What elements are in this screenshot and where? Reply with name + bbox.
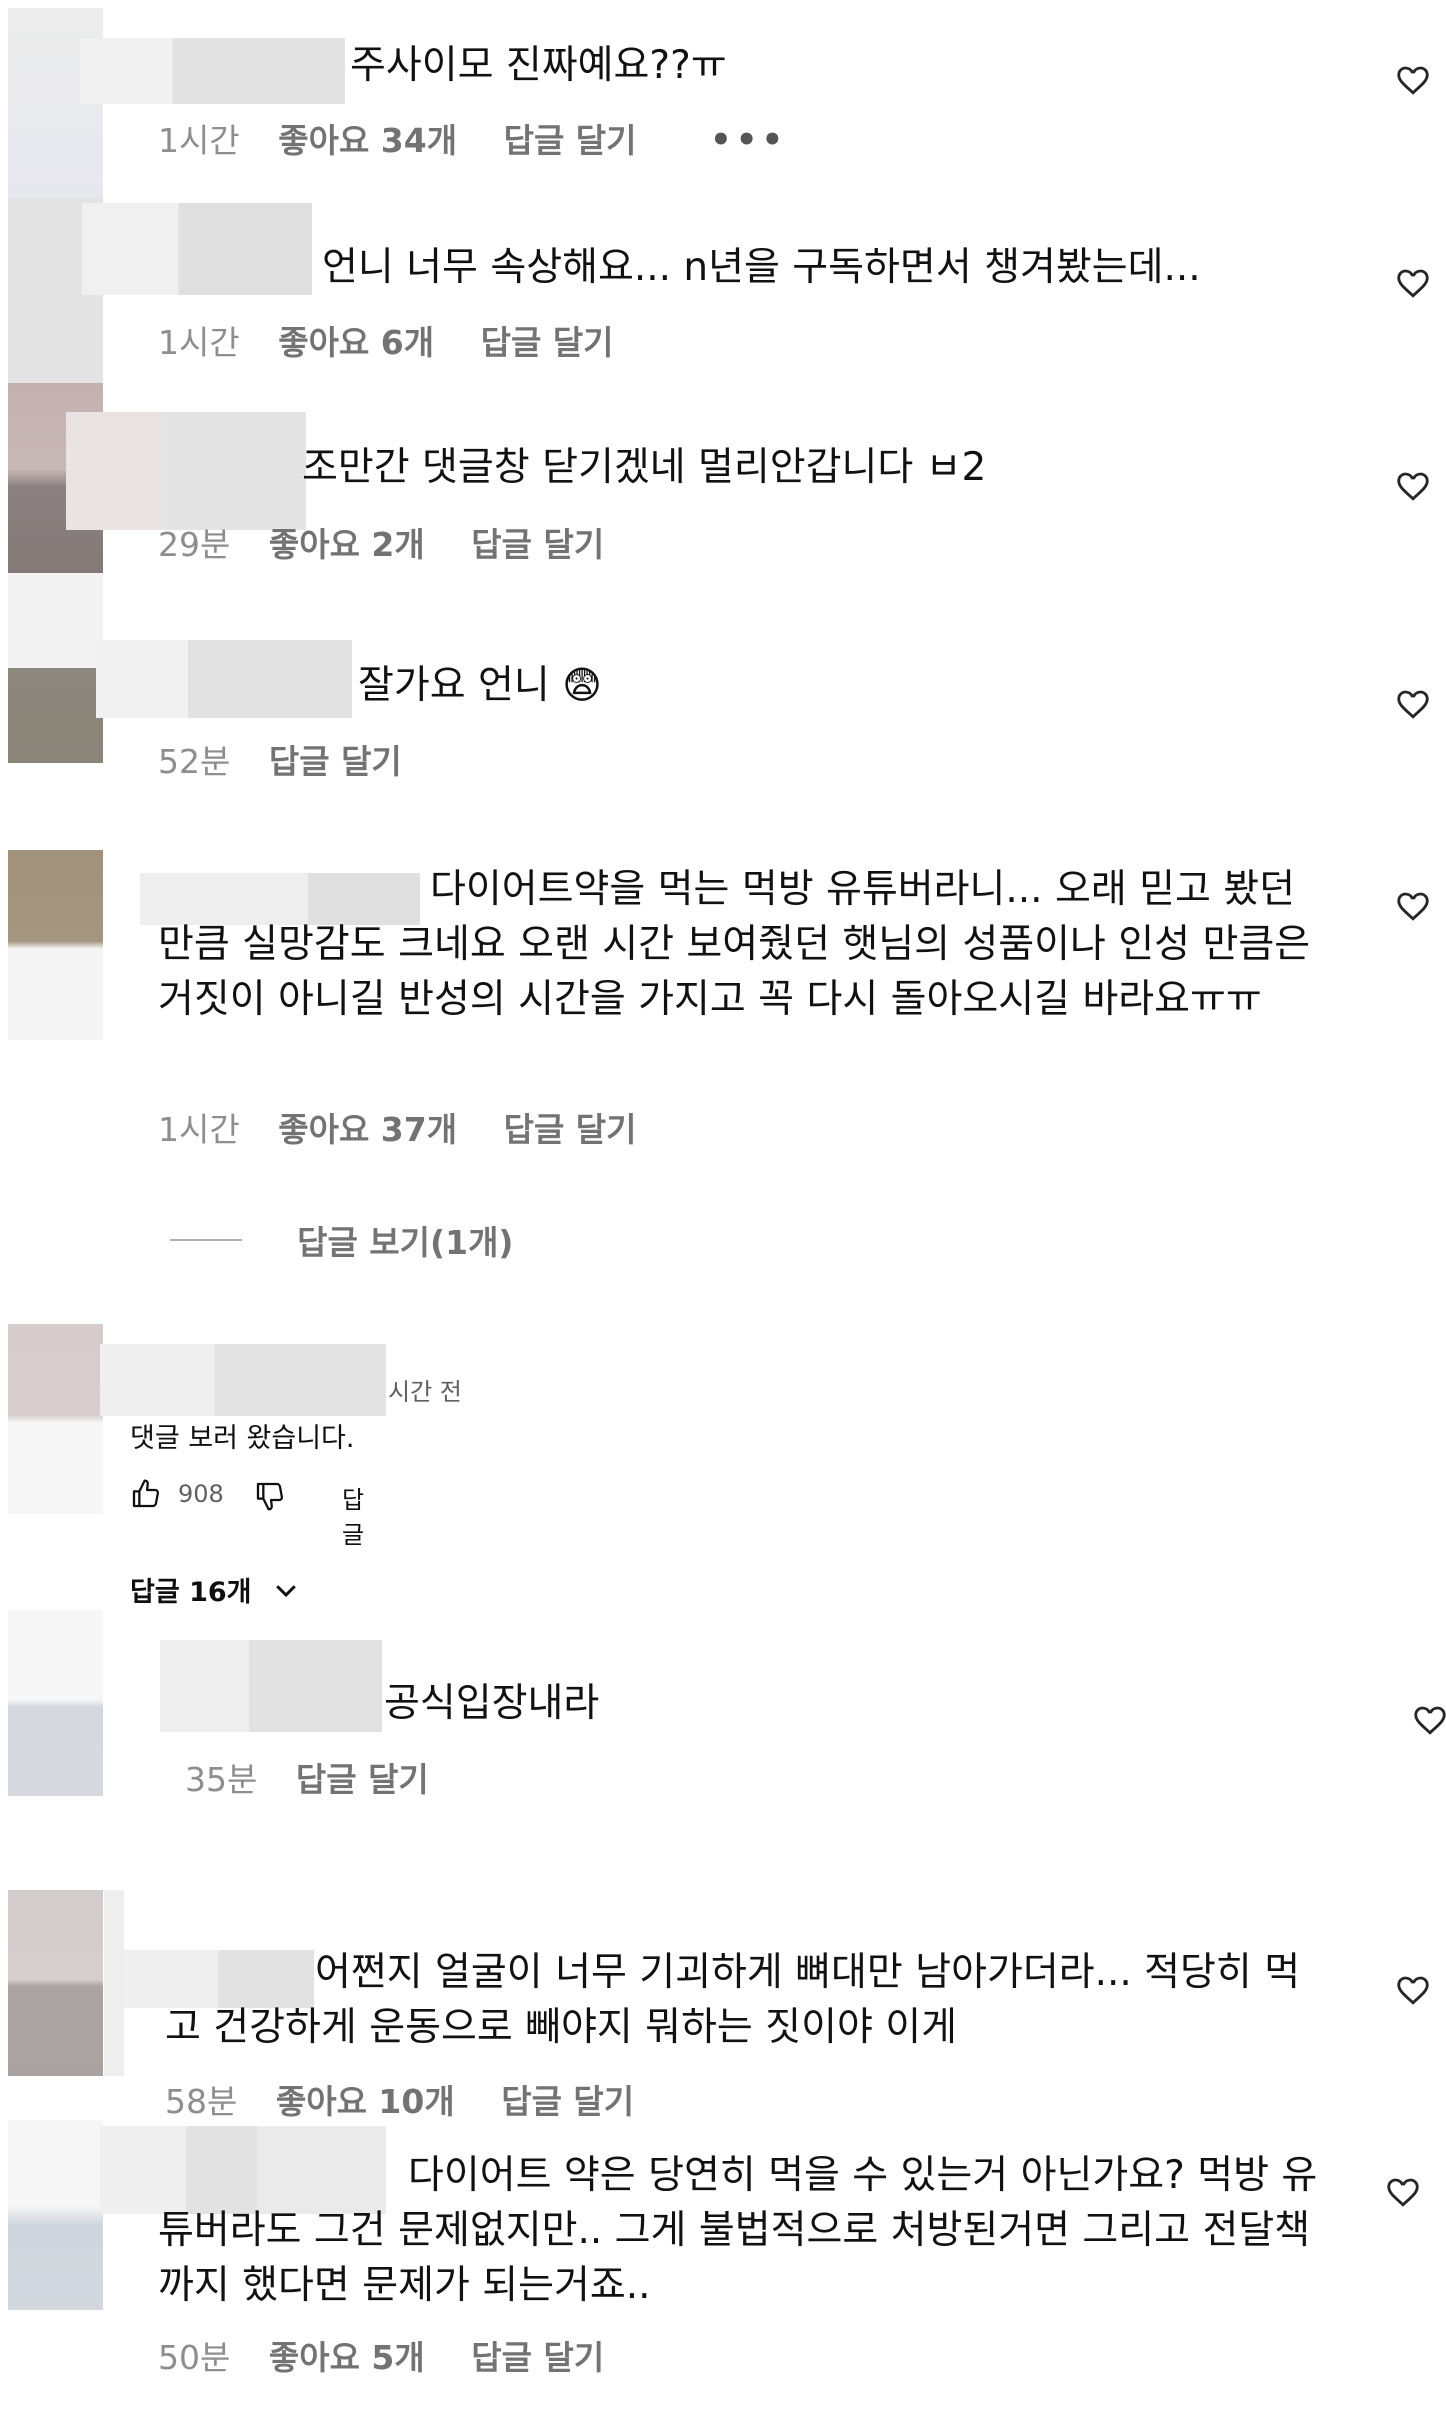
username[interactable] (82, 203, 312, 295)
comment-meta: 1시간 좋아요 34개 답글 달기 (158, 121, 637, 161)
comment-body: 어쩐지 얼굴이 너무 기괴하게 뼈대만 남아가더라... 적당히 먹고 건강하게… (165, 1950, 1301, 2050)
comment-meta: 58분 좋아요 10개 답글 달기 (165, 2082, 634, 2122)
username[interactable] (104, 1890, 124, 2076)
more-icon[interactable]: ••• (710, 120, 787, 160)
comment-text: 주사이모 진짜예요??ㅠ (350, 43, 727, 88)
username[interactable] (80, 38, 345, 104)
likes-count[interactable]: 좋아요 2개 (269, 525, 425, 564)
chevron-down-icon[interactable] (271, 1575, 301, 1605)
reply-button[interactable]: 답글 달기 (504, 121, 637, 160)
comment-text: 잘가요 언니 😨 (358, 658, 602, 713)
avatar[interactable] (8, 1324, 103, 1514)
avatar[interactable] (8, 573, 103, 763)
comment-time: 1시간 (158, 323, 240, 362)
reply-button[interactable]: 답글 달기 (471, 2338, 604, 2377)
heart-icon[interactable] (1395, 888, 1431, 924)
heart-icon[interactable] (1395, 1972, 1431, 2008)
replies-toggle[interactable]: 답글 16개 (130, 1570, 301, 1609)
comment-text: 공식입장내라 (384, 1681, 600, 1726)
comment-meta: 1시간 좋아요 6개 답글 달기 (158, 323, 614, 363)
comment-text: 다이어트약을 먹는 먹방 유튜버라니... 오래 믿고 봤던 만큼 실망감도 크… (158, 862, 1328, 1027)
comment-body: 잘가요 언니 (358, 663, 550, 708)
comment-time: 29분 (158, 525, 231, 564)
comment-time: 시간 전 (388, 1378, 462, 1406)
comment-body: 다이어트 약은 당연히 먹을 수 있는거 아닌가요? 먹방 유튜버라도 그건 문… (158, 2153, 1318, 2308)
comment-time: 35분 (185, 1760, 258, 1799)
reply-button[interactable]: 답글 달기 (471, 525, 604, 564)
heart-icon[interactable] (1385, 2174, 1421, 2210)
comment-text: 댓글 보러 왔습니다. (130, 1423, 355, 1454)
reply-button[interactable]: 답글 (342, 1480, 364, 1550)
heart-icon[interactable] (1412, 1702, 1446, 1738)
comment-meta: 52분 답글 달기 (158, 742, 402, 782)
comment-time: 50분 (158, 2338, 231, 2377)
likes-count[interactable]: 좋아요 5개 (269, 2338, 425, 2377)
reply-button[interactable]: 답글 달기 (269, 742, 402, 781)
comment-time: 58분 (165, 2082, 238, 2121)
comment-meta: 1시간 좋아요 37개 답글 달기 (158, 1110, 637, 1150)
comment-text: 언니 너무 속상해요... n년을 구독하면서 챙겨봤는데... (322, 245, 1201, 290)
avatar[interactable] (8, 1610, 103, 1796)
likes-count[interactable]: 좋아요 10개 (276, 2082, 455, 2121)
emoji-icon: 😨 (562, 663, 602, 707)
like-count: 908 (178, 1480, 224, 1508)
username[interactable] (160, 1640, 382, 1732)
comment-time: 1시간 (158, 121, 240, 160)
username[interactable] (100, 1344, 386, 1416)
comment-meta: 29분 좋아요 2개 답글 달기 (158, 525, 604, 565)
reply-button[interactable]: 답글 달기 (501, 2082, 634, 2121)
reply-button[interactable]: 답글 달기 (481, 323, 614, 362)
view-replies[interactable]: 답글 보기(1개) (170, 1216, 514, 1264)
heart-icon[interactable] (1395, 686, 1431, 722)
comment-time: 1시간 (158, 1110, 240, 1149)
likes-count[interactable]: 좋아요 6개 (278, 323, 434, 362)
thumbs-up-icon[interactable] (130, 1478, 162, 1510)
comment-text: 조만간 댓글창 닫기겠네 멀리안갑니다 ㅂ2 (302, 445, 987, 490)
reply-button[interactable]: 답글 달기 (504, 1110, 637, 1149)
comment-text: 어쩐지 얼굴이 너무 기괴하게 뼈대만 남아가더라... 적당히 먹고 건강하게… (165, 1945, 1325, 2055)
avatar[interactable] (8, 1890, 103, 2076)
heart-icon[interactable] (1395, 62, 1431, 98)
heart-icon[interactable] (1395, 265, 1431, 301)
heart-icon[interactable] (1395, 468, 1431, 504)
divider (170, 1239, 242, 1241)
avatar[interactable] (8, 2120, 103, 2310)
view-replies-label[interactable]: 답글 보기(1개) (297, 1223, 513, 1262)
comment-meta: 35분 답글 달기 (185, 1760, 429, 1800)
comment-meta: 50분 좋아요 5개 답글 달기 (158, 2338, 604, 2378)
reply-button[interactable]: 답글 달기 (296, 1760, 429, 1799)
comment-time: 52분 (158, 742, 231, 781)
likes-count[interactable]: 좋아요 34개 (278, 121, 457, 160)
username[interactable] (96, 640, 352, 718)
username[interactable] (66, 412, 306, 530)
replies-toggle-label[interactable]: 답글 16개 (130, 1577, 252, 1608)
thumbs-down-icon[interactable] (254, 1480, 286, 1512)
likes-count[interactable]: 좋아요 37개 (278, 1110, 457, 1149)
comment-text: 다이어트 약은 당연히 먹을 수 있는거 아닌가요? 먹방 유튜버라도 그건 문… (158, 2148, 1338, 2313)
comment-body: 다이어트약을 먹는 먹방 유튜버라니... 오래 믿고 봤던 만큼 실망감도 크… (158, 867, 1311, 1022)
avatar[interactable] (8, 850, 103, 1040)
